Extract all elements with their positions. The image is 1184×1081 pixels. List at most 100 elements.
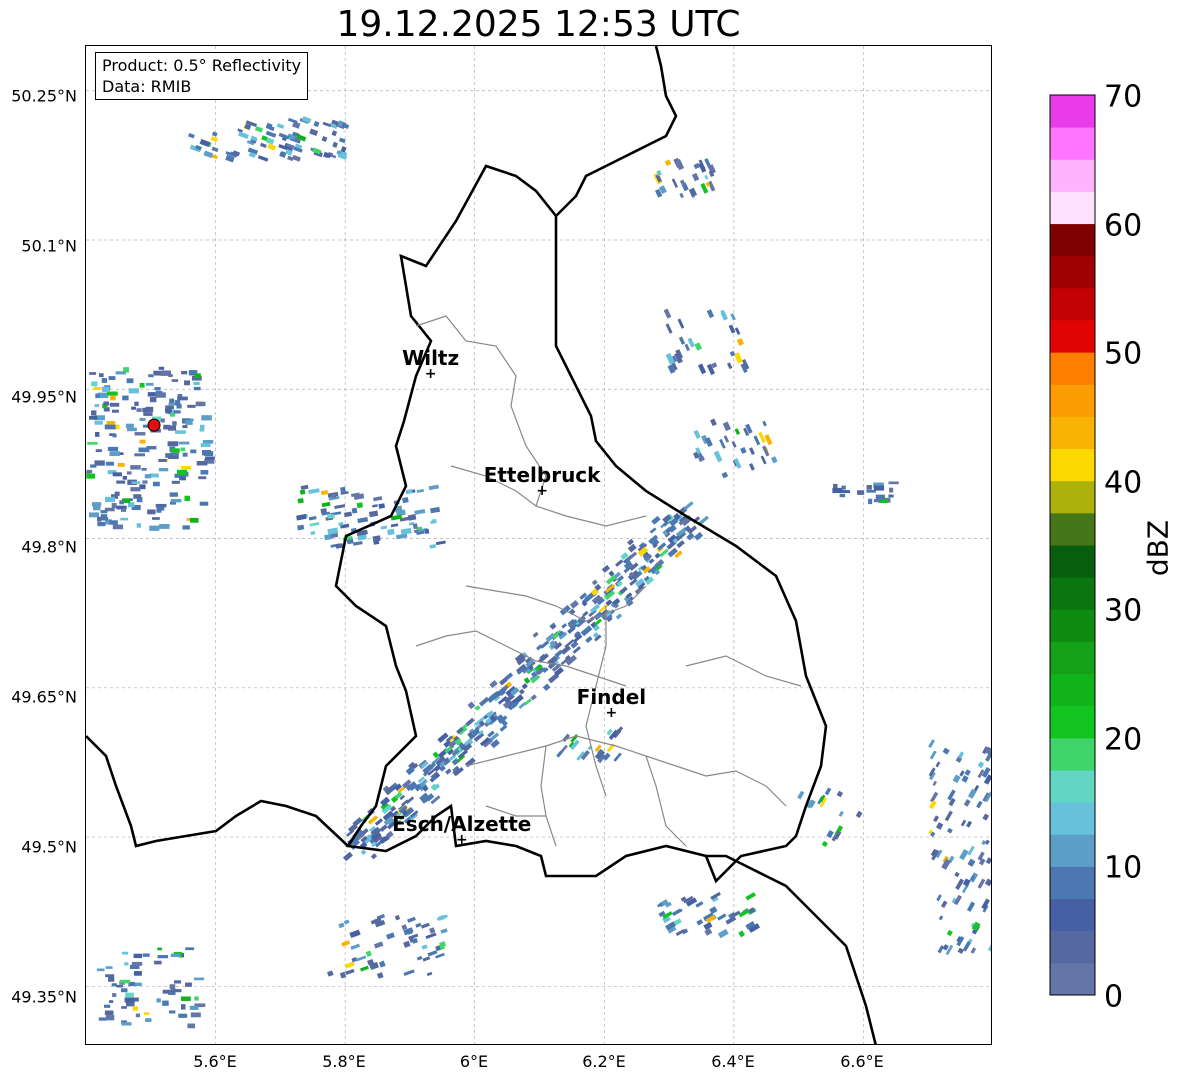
echo-cell — [478, 696, 490, 707]
echo-cell — [627, 551, 638, 561]
echo-cell — [154, 960, 162, 965]
echo-cell — [955, 878, 965, 890]
echo-cell — [855, 810, 863, 819]
echo-cell — [89, 415, 98, 420]
echo-cell — [135, 1013, 141, 1018]
colorbar-segment — [1050, 191, 1095, 225]
echo-cell — [760, 455, 767, 465]
echo-cell — [929, 750, 937, 760]
colorbar-segment — [1050, 802, 1095, 835]
echo-cell — [175, 430, 186, 434]
echo-cell — [158, 458, 167, 462]
echo-cell — [440, 928, 448, 934]
echo-cell — [738, 930, 745, 938]
echo-cell — [105, 974, 115, 978]
radar-map[interactable]: Product: 0.5° Reflectivity Data: RMIB Wi… — [85, 45, 992, 1045]
echo-cell — [153, 370, 160, 375]
echo-cell — [109, 451, 120, 456]
echo-cell — [308, 488, 320, 495]
echo-cell — [124, 962, 129, 966]
echo-cell — [128, 388, 139, 394]
echo-cell — [105, 1015, 115, 1021]
echo-cell — [349, 929, 361, 939]
colorbar-tick: 60 — [1104, 208, 1143, 244]
echo-cell — [94, 460, 105, 466]
echo-cell — [691, 172, 700, 182]
colorbar-segment — [1050, 770, 1095, 803]
echo-cell — [967, 858, 976, 867]
echo-cell — [199, 501, 209, 506]
lon-tick-label: 5.8°E — [322, 1052, 366, 1071]
echo-cell — [726, 362, 733, 370]
echo-cell — [327, 970, 334, 977]
echo-cell — [403, 940, 411, 948]
echo-cell — [824, 787, 832, 796]
echo-cell — [359, 965, 369, 972]
echo-cell — [184, 495, 191, 502]
echo-cell — [327, 513, 335, 519]
lat-tick-label: 50.1°N — [21, 236, 77, 256]
echo-cell — [132, 1006, 138, 1011]
echo-cell — [977, 878, 986, 889]
echo-cell — [430, 506, 441, 514]
echo-cell — [703, 921, 713, 931]
echo-cell — [211, 146, 219, 153]
echo-cell — [334, 504, 346, 509]
echo-cell — [136, 523, 141, 528]
echo-cell — [832, 487, 843, 494]
echo-cell — [928, 739, 936, 748]
echo-cell — [380, 525, 388, 530]
echo-cell — [695, 901, 704, 908]
radar-echoes — [86, 116, 991, 1029]
echo-cell — [387, 528, 395, 536]
echo-cell — [203, 150, 214, 159]
echo-cell — [189, 517, 199, 523]
echo-cell — [422, 956, 431, 962]
echo-cell — [174, 980, 182, 984]
echo-cell — [142, 953, 150, 957]
echo-cell — [309, 522, 320, 527]
echo-cell — [105, 461, 115, 466]
echo-cell — [158, 467, 169, 472]
echo-cell — [147, 509, 156, 515]
echo-cell — [89, 512, 99, 518]
echo-cell — [331, 493, 337, 499]
echo-cell — [181, 996, 191, 1001]
echo-cell — [152, 481, 160, 487]
echo-cell — [875, 482, 884, 486]
echo-cell — [205, 456, 215, 460]
echo-cell — [139, 439, 146, 444]
echo-cell — [663, 308, 672, 319]
echo-cell — [171, 379, 179, 382]
echo-cell — [704, 174, 709, 180]
echo-cell — [156, 507, 162, 513]
echo-cell — [758, 431, 766, 443]
echo-cell — [821, 840, 828, 847]
echo-cell — [154, 387, 161, 391]
echo-cell — [133, 494, 142, 499]
echo-cell — [116, 984, 123, 988]
echo-cell — [122, 475, 127, 480]
echo-cell — [717, 913, 727, 921]
echo-cell — [873, 485, 885, 491]
echo-cell — [189, 1005, 199, 1010]
echo-cell — [569, 600, 579, 609]
echo-cell — [355, 955, 367, 962]
echo-cell — [561, 623, 568, 629]
colorbar-segment — [1050, 480, 1095, 514]
echo-cell — [420, 922, 430, 929]
echo-cell — [946, 929, 953, 937]
lat-tick-label: 50.25°N — [11, 86, 77, 106]
echo-cell — [797, 790, 805, 800]
echo-cell — [942, 747, 950, 755]
echo-cell — [160, 370, 172, 376]
echo-cell — [120, 988, 128, 993]
echo-cell — [178, 441, 190, 445]
colorbar-segment — [1050, 448, 1095, 482]
echo-cell — [142, 480, 148, 484]
echo-cell — [287, 155, 294, 162]
echo-cell — [709, 906, 718, 915]
echo-cell — [198, 476, 207, 480]
echo-cell — [407, 916, 416, 923]
echo-cell — [111, 503, 117, 509]
